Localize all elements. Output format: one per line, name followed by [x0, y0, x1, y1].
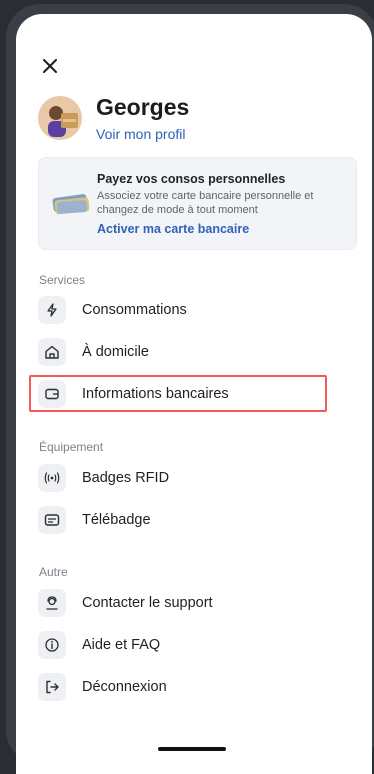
- payment-promo-card: Payez vos consos personnelles Associez v…: [38, 157, 357, 250]
- telebadge-icon: [38, 506, 66, 534]
- menu-item-contacter-le-support[interactable]: Contacter le support: [38, 586, 328, 620]
- menu-label: Déconnexion: [82, 679, 167, 695]
- info-icon: [38, 631, 66, 659]
- close-icon: [43, 59, 57, 73]
- menu-item-deconnexion[interactable]: Déconnexion: [38, 670, 328, 704]
- user-name: Georges: [96, 94, 190, 120]
- menu-item-consommations[interactable]: Consommations: [38, 293, 328, 327]
- promo-description: Associez votre carte bancaire personnell…: [97, 190, 314, 216]
- menu-label: Badges RFID: [82, 470, 170, 486]
- close-button[interactable]: [40, 56, 60, 76]
- menu-label: Télébadge: [82, 512, 151, 528]
- home-icon: [38, 338, 66, 366]
- menu-item-badges-rfid[interactable]: Badges RFID: [38, 461, 328, 495]
- home-indicator: [158, 747, 226, 751]
- menu-label: Aide et FAQ: [82, 637, 161, 653]
- support-icon: [38, 589, 66, 617]
- menu-label: Consommations: [82, 302, 187, 318]
- section-label-autre: Autre: [39, 565, 68, 579]
- banknotes-icon: [52, 194, 90, 215]
- menu-item-aide-et-faq[interactable]: Aide et FAQ: [38, 628, 328, 662]
- section-label-services: Services: [39, 273, 86, 287]
- menu-item-a-domicile[interactable]: À domicile: [38, 335, 328, 369]
- lightning-icon: [38, 296, 66, 324]
- menu-label: À domicile: [82, 344, 149, 360]
- logout-icon: [38, 673, 66, 701]
- menu-item-telebadge[interactable]: Télébadge: [38, 503, 328, 537]
- selection-highlight: [29, 375, 327, 412]
- section-label-equipement: Équipement: [39, 440, 104, 454]
- menu-label: Contacter le support: [82, 595, 213, 611]
- avatar: [38, 96, 82, 140]
- activate-card-link[interactable]: Activer ma carte bancaire: [97, 222, 249, 236]
- promo-title: Payez vos consos personnelles: [97, 172, 286, 186]
- rfid-icon: [38, 464, 66, 492]
- view-profile-link[interactable]: Voir mon profil: [96, 126, 185, 142]
